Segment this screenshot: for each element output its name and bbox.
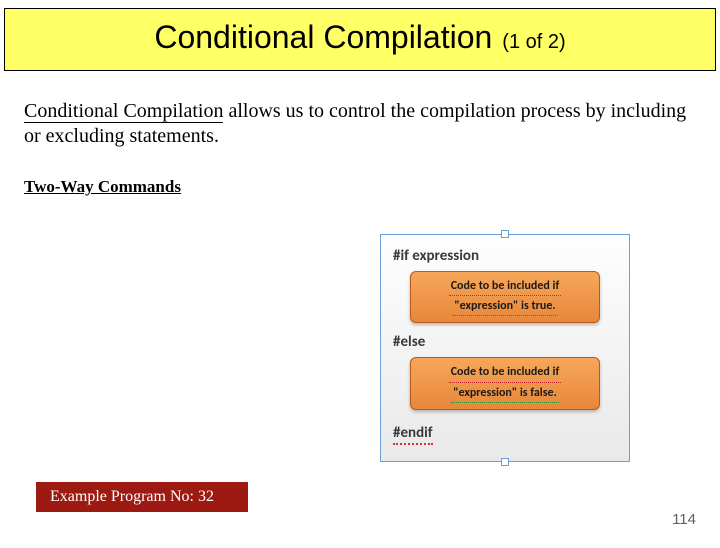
page-number: 114 — [672, 511, 696, 528]
two-way-diagram: #if expression Code to be included if "e… — [380, 234, 630, 462]
directive-if: #if expression — [393, 247, 619, 265]
codebox-true-line1: Code to be included if — [449, 278, 562, 296]
codebox-false: Code to be included if "expression" is f… — [410, 357, 600, 409]
intro-lead: Conditional Compilation — [24, 100, 223, 123]
intro-paragraph: Conditional Compilation allows us to con… — [24, 99, 696, 149]
example-program-badge: Example Program No: 32 — [36, 482, 248, 512]
codebox-true: Code to be included if "expression" is t… — [410, 271, 600, 323]
slide-title: Conditional Compilation — [154, 19, 492, 55]
section-heading: Two-Way Commands — [24, 177, 696, 197]
directive-endif: #endif — [393, 424, 433, 445]
slide-title-counter: (1 of 2) — [502, 31, 565, 53]
codebox-false-line2: "expression" is false. — [451, 385, 559, 403]
selection-handle-icon — [501, 458, 509, 466]
codebox-false-line1: Code to be included if — [449, 364, 562, 382]
body-area: Conditional Compilation allows us to con… — [0, 71, 720, 197]
title-bar: Conditional Compilation (1 of 2) — [4, 8, 716, 71]
codebox-true-line2: "expression" is true. — [452, 298, 557, 316]
directive-else: #else — [393, 333, 619, 351]
selection-handle-icon — [501, 230, 509, 238]
